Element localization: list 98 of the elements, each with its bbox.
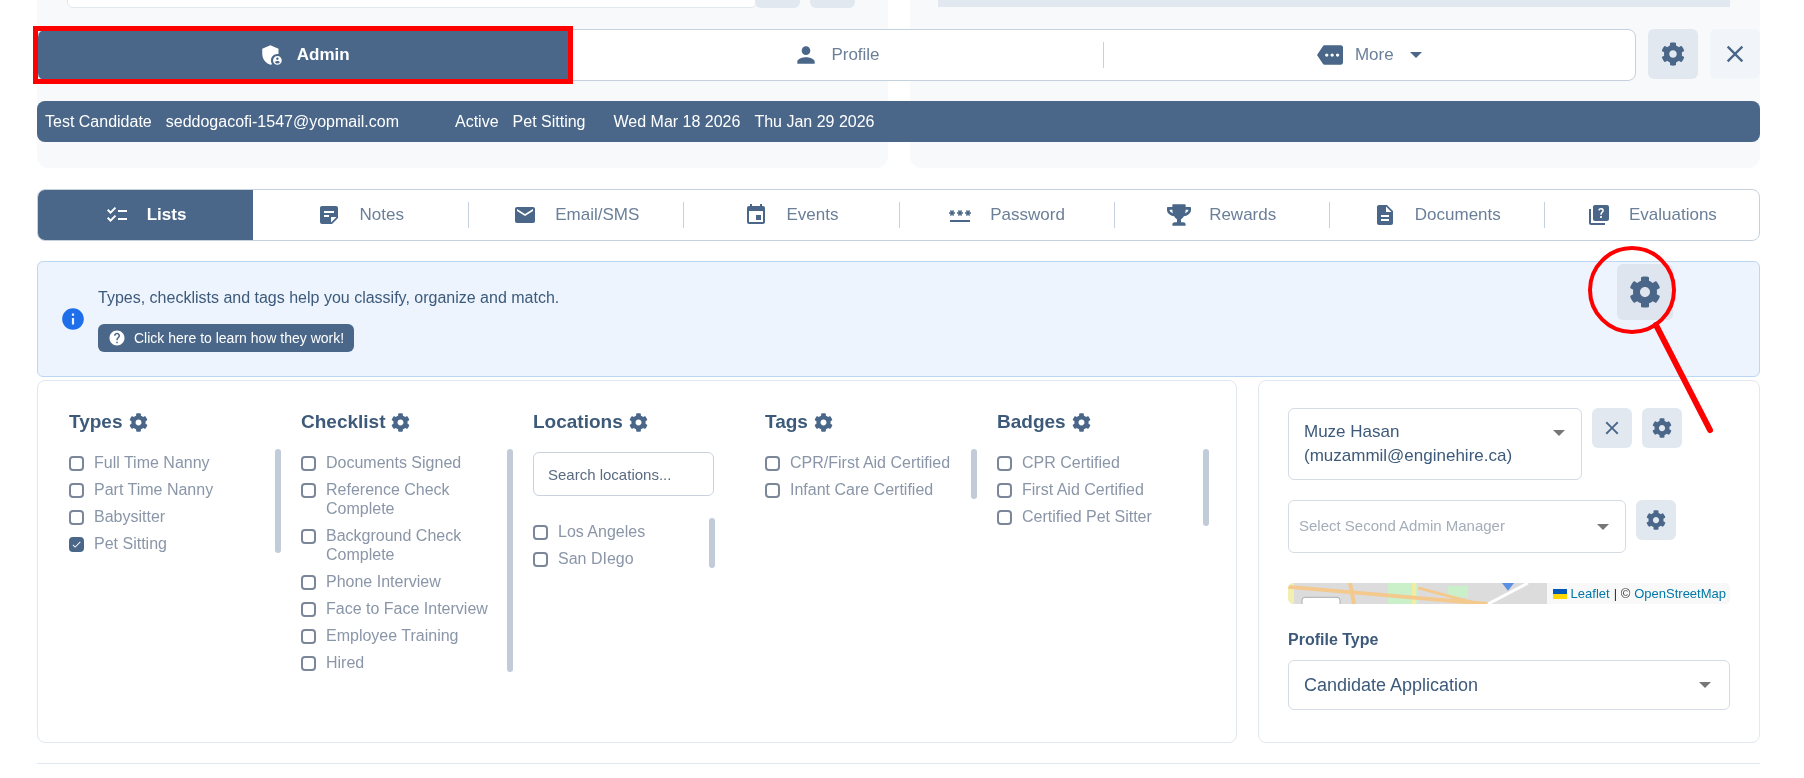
tab[interactable]: Notes [253, 190, 469, 240]
list-title: Checklist [301, 409, 386, 434]
checkbox[interactable] [301, 575, 316, 590]
scrollbar-thumb [709, 518, 715, 568]
settings-icon[interactable] [813, 412, 833, 432]
field-label: Profile Type [1288, 630, 1380, 650]
checkbox-label: Reference Check Complete [326, 480, 451, 518]
checkbox[interactable] [301, 656, 316, 671]
checkbox[interactable] [301, 529, 316, 544]
checkbox-label: Pet Sitting [94, 534, 168, 553]
checkbox[interactable] [997, 483, 1012, 498]
checkbox-label: Hired [326, 653, 366, 672]
checkbox-label: Documents Signed [326, 453, 463, 472]
list-title: Tags [765, 409, 808, 434]
checkbox[interactable] [69, 483, 84, 498]
header-tab[interactable]: Admin [38, 30, 571, 80]
checkbox-label: Babysitter [94, 507, 167, 526]
profile-type-select[interactable]: Candidate Application [1288, 660, 1730, 710]
tab[interactable]: Password [899, 190, 1114, 240]
list-title: Badges [997, 409, 1066, 434]
close-button[interactable] [1710, 29, 1760, 79]
caret-icon [1699, 682, 1711, 688]
settings-button[interactable] [1617, 264, 1673, 320]
map-link[interactable]: OpenStreetMap [1634, 583, 1726, 604]
checkbox-label: Employee Training [326, 626, 460, 645]
attribution-separator: | © [1613, 584, 1631, 603]
settings-icon [1661, 42, 1685, 66]
tab[interactable]: Email/SMS [469, 190, 684, 240]
learn-button[interactable]: Click here to learn how they work! [98, 324, 355, 352]
checkbox-label: Background Check Complete [326, 526, 463, 564]
checkbox-label: CPR/First Aid Certified [790, 453, 952, 472]
tab[interactable]: Rewards [1114, 190, 1329, 240]
info-message: Types, checklists and tags help you classify, organize and match. [98, 288, 560, 308]
checkbox[interactable] [765, 456, 780, 471]
summary-text: Test Candidate [45, 111, 152, 132]
settings-icon[interactable] [128, 412, 148, 432]
checkbox-label: Phone Interview [326, 572, 442, 591]
caret-icon [1597, 523, 1609, 530]
checkbox[interactable] [301, 629, 316, 644]
caret-icon [1553, 430, 1565, 436]
checkbox[interactable] [533, 552, 548, 567]
header-tab[interactable]: Profile [570, 30, 1103, 80]
select-placeholder: Select Second Admin Manager [1299, 516, 1506, 537]
checkbox-label: Certified Pet Sitter [1022, 507, 1153, 526]
checkbox-label: Full Time Nanny [94, 453, 211, 472]
settings-icon [1629, 276, 1661, 308]
settings-button[interactable] [1636, 500, 1676, 540]
checkbox[interactable] [997, 456, 1012, 471]
settings-icon [1646, 510, 1666, 530]
flag-icon [1552, 588, 1567, 599]
checkbox[interactable] [301, 483, 316, 498]
select-value: Candidate Application [1304, 673, 1480, 697]
checkbox[interactable] [69, 537, 84, 552]
select-value: Muze Hasan (muzammil@enginehire.ca) [1304, 421, 1514, 467]
checkbox[interactable] [301, 456, 316, 471]
header-tab[interactable]: More [1103, 30, 1635, 80]
checkbox-label: Part Time Nanny [94, 480, 215, 499]
second-admin-select[interactable]: Select Second Admin Manager [1288, 500, 1626, 553]
question-document-icon [1587, 203, 1611, 227]
settings-button[interactable] [1648, 29, 1698, 79]
checkbox[interactable] [997, 510, 1012, 525]
list-title: Locations [533, 409, 623, 434]
settings-icon[interactable] [628, 412, 648, 432]
checkbox[interactable] [533, 525, 548, 540]
checkbox[interactable] [301, 602, 316, 617]
list-title: Types [69, 409, 123, 434]
scrollbar-thumb [971, 449, 977, 499]
checkbox-label: Face to Face Interview [326, 599, 488, 618]
settings-icon [1652, 418, 1672, 438]
map-link[interactable]: Leaflet [1570, 583, 1610, 604]
trophy-icon [1167, 203, 1192, 227]
tab[interactable]: Evaluations [1544, 190, 1759, 240]
help-icon [108, 329, 126, 347]
checkbox-label: Los Angeles [558, 522, 647, 541]
summary-text: seddogacofi-1547@yopmail.com [165, 111, 399, 132]
checkbox[interactable] [69, 456, 84, 471]
summary-text: Wed Mar 18 2026 [613, 111, 741, 132]
checkbox-label: Infant Care Certified [790, 480, 935, 499]
summary-text: Pet Sitting [512, 111, 586, 132]
admin-manager-select[interactable]: Muze Hasan (muzammil@enginehire.ca) [1288, 408, 1582, 480]
clear-button[interactable] [1592, 408, 1632, 448]
checkbox[interactable] [69, 510, 84, 525]
info-icon [60, 306, 86, 332]
checkbox-label: First Aid Certified [1022, 480, 1145, 499]
caret-icon [1409, 52, 1422, 58]
tab[interactable]: Events [684, 190, 899, 240]
summary-text: Active [455, 111, 499, 132]
settings-icon[interactable] [391, 412, 411, 432]
tab[interactable]: Lists [38, 190, 254, 240]
summary-text: Thu Jan 29 2026 [754, 111, 875, 132]
settings-icon[interactable] [1071, 412, 1091, 432]
search-field[interactable]: Search locations... [533, 452, 714, 496]
tab[interactable]: Documents [1329, 190, 1544, 240]
checkbox-label: San DIego [558, 549, 635, 568]
checkbox-label: CPR Certified [1022, 453, 1121, 472]
checkbox[interactable] [765, 483, 780, 498]
tag-dots-icon [1316, 42, 1343, 68]
settings-button[interactable] [1642, 408, 1682, 448]
